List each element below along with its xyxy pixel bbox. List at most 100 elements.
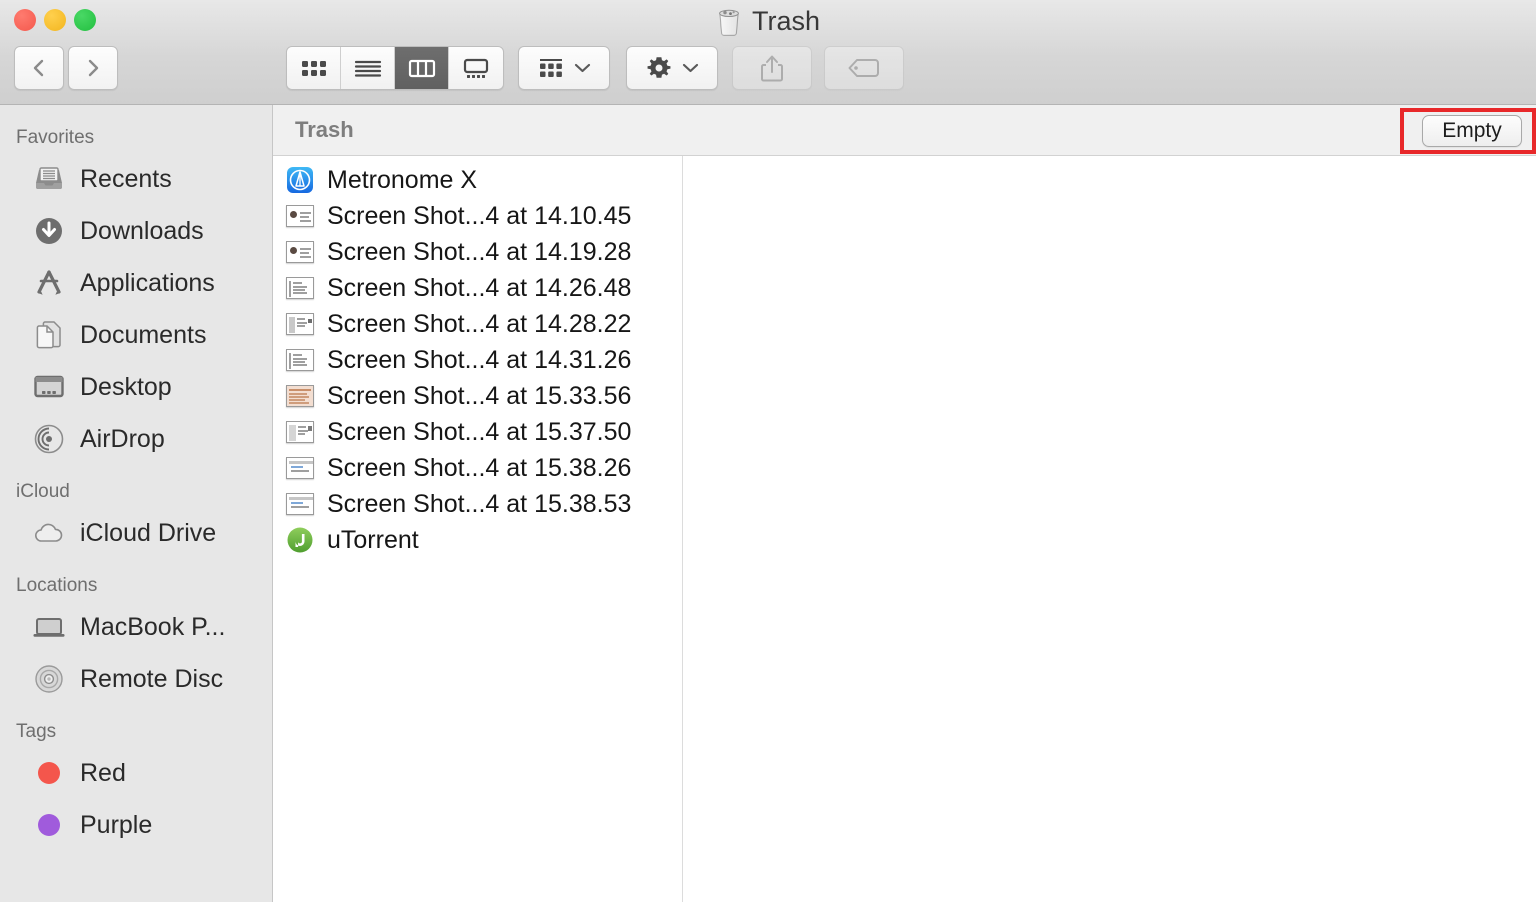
back-button[interactable] [14, 46, 64, 90]
share-button[interactable] [732, 46, 812, 90]
tag-purple-dot-icon [32, 808, 66, 842]
preview-column[interactable] [684, 156, 1536, 902]
file-name: Screen Shot...4 at 14.10.45 [327, 201, 632, 230]
screenshot-thumb-icon [285, 455, 315, 481]
sidebar-item-icloud-drive[interactable]: iCloud Drive [0, 507, 272, 559]
trash-icon [719, 9, 739, 36]
sidebar-section-tags: Tags [16, 721, 57, 742]
arrange-icon [540, 59, 562, 77]
view-mode-group [286, 46, 504, 90]
sidebar-item-label: Desktop [80, 372, 172, 401]
sidebar-item-applications[interactable]: Applications [0, 257, 272, 309]
file-name: uTorrent [327, 525, 419, 554]
sidebar-item-macbook-pro[interactable]: MacBook P... [0, 601, 272, 653]
gallery-view-button[interactable] [449, 47, 503, 89]
file-name: Screen Shot...4 at 14.26.48 [327, 273, 632, 302]
applications-icon [32, 266, 66, 300]
empty-button[interactable]: Empty [1422, 115, 1522, 147]
window-toolbar: Trash [0, 0, 1536, 105]
tag-icon [848, 59, 879, 77]
list-item[interactable]: Metronome X [273, 162, 682, 198]
list-item[interactable]: Screen Shot...4 at 14.19.28 [273, 234, 682, 270]
laptop-icon [32, 610, 66, 644]
gear-icon [647, 57, 671, 78]
forward-button[interactable] [68, 46, 118, 90]
file-name: Screen Shot...4 at 15.33.56 [327, 381, 632, 410]
screenshot-thumb-icon [285, 383, 315, 409]
screenshot-thumb-icon [285, 491, 315, 517]
list-item[interactable]: Screen Shot...4 at 15.37.50 [273, 414, 682, 450]
list-item[interactable]: Screen Shot...4 at 14.31.26 [273, 342, 682, 378]
finder-window: Trash Trash Empty Favorites Recents Down… [0, 0, 1536, 902]
sidebar-item-label: Remote Disc [80, 664, 224, 693]
path-header-bar: Trash Empty [273, 105, 1536, 156]
app-utorrent-icon [285, 527, 315, 553]
file-name: Screen Shot...4 at 15.37.50 [327, 417, 632, 446]
sidebar-item-desktop[interactable]: Desktop [0, 361, 272, 413]
cloud-icon [32, 516, 66, 550]
list-item[interactable]: Screen Shot...4 at 15.38.53 [273, 486, 682, 522]
sidebar-section-favorites: Favorites [16, 127, 95, 148]
list-item[interactable]: Screen Shot...4 at 14.26.48 [273, 270, 682, 306]
icon-view-button[interactable] [287, 47, 341, 89]
sidebar: Favorites Recents Downloads Applications… [0, 105, 273, 902]
file-name: Screen Shot...4 at 15.38.53 [327, 489, 632, 518]
file-name: Screen Shot...4 at 14.28.22 [327, 309, 632, 338]
list-item[interactable]: Screen Shot...4 at 15.38.26 [273, 450, 682, 486]
screenshot-thumb-icon [285, 239, 315, 265]
sidebar-item-tag-red[interactable]: Red [0, 747, 272, 799]
list-view-button[interactable] [341, 47, 395, 89]
file-name: Screen Shot...4 at 14.31.26 [327, 345, 632, 374]
file-column[interactable]: Metronome X Screen Shot...4 at 14.10.45 … [273, 156, 683, 902]
sidebar-item-remote-disc[interactable]: Remote Disc [0, 653, 272, 705]
chevron-down-icon [682, 63, 699, 73]
chevron-down-icon [574, 63, 591, 73]
column-view-button[interactable] [395, 47, 449, 89]
disc-icon [32, 662, 66, 696]
sidebar-item-label: Downloads [80, 216, 204, 245]
screenshot-thumb-icon [285, 419, 315, 445]
sidebar-section-icloud: iCloud [16, 481, 70, 502]
column-view-content: Metronome X Screen Shot...4 at 14.10.45 … [273, 156, 1536, 902]
file-name: Metronome X [327, 165, 478, 194]
window-title-text: Trash [751, 6, 820, 36]
sidebar-item-label: iCloud Drive [80, 518, 217, 547]
file-name: Screen Shot...4 at 15.38.26 [327, 453, 632, 482]
action-button[interactable] [626, 46, 718, 90]
navigation-buttons [14, 46, 118, 90]
screenshot-thumb-icon [285, 347, 315, 373]
tags-button[interactable] [824, 46, 904, 90]
sidebar-item-label: Purple [80, 810, 153, 839]
arrange-button[interactable] [518, 46, 610, 90]
list-item[interactable]: uTorrent [273, 522, 682, 558]
sidebar-item-label: Recents [80, 164, 172, 193]
list-item[interactable]: Screen Shot...4 at 15.33.56 [273, 378, 682, 414]
sidebar-item-label: Applications [80, 268, 215, 297]
sidebar-item-recents[interactable]: Recents [0, 153, 272, 205]
list-item[interactable]: Screen Shot...4 at 14.28.22 [273, 306, 682, 342]
airdrop-icon [32, 422, 66, 456]
sidebar-item-downloads[interactable]: Downloads [0, 205, 272, 257]
list-item[interactable]: Screen Shot...4 at 14.10.45 [273, 198, 682, 234]
screenshot-thumb-icon [285, 203, 315, 229]
sidebar-item-tag-purple[interactable]: Purple [0, 799, 272, 851]
screenshot-thumb-icon [285, 275, 315, 301]
app-metronome-icon [285, 167, 315, 193]
sidebar-item-label: Red [80, 758, 126, 787]
share-icon [761, 55, 783, 82]
sidebar-item-label: Documents [80, 320, 207, 349]
screenshot-thumb-icon [285, 311, 315, 337]
sidebar-item-label: MacBook P... [80, 612, 226, 641]
recents-icon [32, 162, 66, 196]
current-folder-title: Trash [295, 117, 354, 142]
sidebar-item-label: AirDrop [80, 424, 165, 453]
desktop-icon [32, 370, 66, 404]
window-title-bar: Trash [0, 2, 1536, 40]
sidebar-item-airdrop[interactable]: AirDrop [0, 413, 272, 465]
sidebar-section-locations: Locations [16, 575, 98, 596]
sidebar-item-documents[interactable]: Documents [0, 309, 272, 361]
tag-red-dot-icon [32, 756, 66, 790]
file-name: Screen Shot...4 at 14.19.28 [327, 237, 632, 266]
